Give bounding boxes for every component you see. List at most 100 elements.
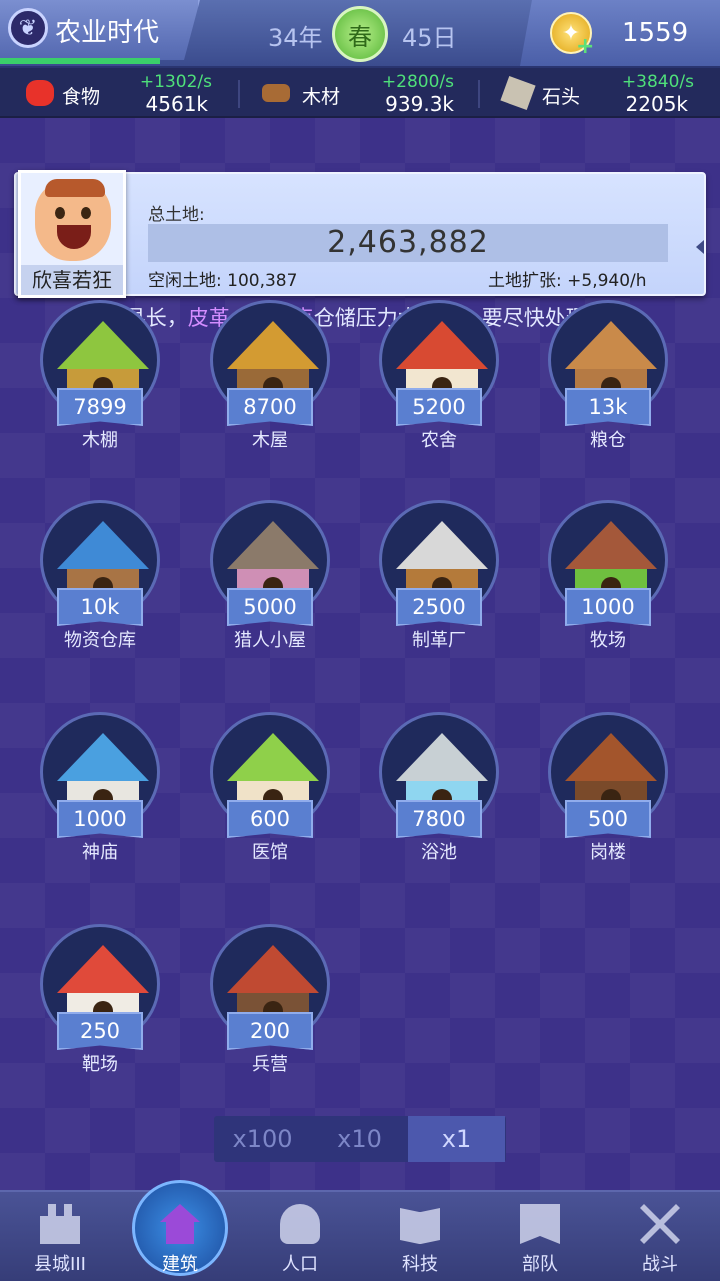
nav-technology[interactable]: 科技 (360, 1190, 480, 1281)
resource-bar: 食物 +1302/s 4561k 木材 +2800/s 939.3k 石头 +3… (0, 68, 720, 118)
nav-label: 人口 (282, 1254, 318, 1275)
resource-value: 2205k (625, 92, 688, 116)
multiplier-x100[interactable]: x100 (214, 1116, 311, 1162)
building-card[interactable]: 7800 浴池 (364, 712, 514, 863)
add-gold-icon[interactable]: + (576, 34, 594, 59)
nav-label: 部队 (522, 1254, 558, 1275)
mood-label: 欣喜若狂 (21, 265, 123, 295)
building-roof (227, 521, 319, 569)
wheat-icon: ❦ (8, 8, 48, 48)
building-roof (227, 945, 319, 993)
nav-battle[interactable]: 战斗 (600, 1190, 720, 1281)
total-land-value: 2,463,882 (148, 224, 668, 262)
building-name: 岗楼 (590, 842, 626, 863)
building-card[interactable]: 5200 农舍 (364, 300, 514, 451)
building-count: 600 (227, 800, 313, 838)
resource-rate: +3840/s (621, 72, 694, 92)
resource-wood[interactable]: 木材 +2800/s 939.3k (240, 68, 480, 118)
resource-stone[interactable]: 石头 +3840/s 2205k (480, 68, 720, 118)
building-name: 木棚 (82, 430, 118, 451)
building-count: 8700 (227, 388, 313, 426)
nav-town[interactable]: 县城III (0, 1190, 120, 1281)
mayor-mouth (57, 225, 91, 249)
building-roof (57, 945, 149, 993)
land-expand-rate: 土地扩张: +5,940/h (488, 271, 647, 291)
banner-icon (520, 1204, 560, 1244)
building-card[interactable]: 10k 物资仓库 (25, 500, 175, 651)
nav-population[interactable]: 人口 (240, 1190, 360, 1281)
building-card[interactable]: 5000 猎人小屋 (195, 500, 345, 651)
crossed-swords-icon (640, 1204, 680, 1244)
person-icon (280, 1204, 320, 1244)
nav-buildings[interactable]: 建筑 (120, 1190, 240, 1281)
building-roof (396, 321, 488, 369)
building-name: 农舍 (421, 430, 457, 451)
building-card[interactable]: 600 医馆 (195, 712, 345, 863)
building-card[interactable]: 1000 神庙 (25, 712, 175, 863)
mayor-eye (55, 207, 65, 219)
mayor-face (35, 179, 111, 261)
building-card[interactable]: 7899 木棚 (25, 300, 175, 451)
building-roof (57, 733, 149, 781)
building-roof (396, 521, 488, 569)
building-roof (57, 521, 149, 569)
nav-label: 科技 (402, 1254, 438, 1275)
building-count: 200 (227, 1012, 313, 1050)
multiplier-x10[interactable]: x10 (311, 1116, 408, 1162)
multiplier-selector: x100 x10 x1 (214, 1116, 506, 1162)
panel-arrow-icon[interactable] (696, 240, 704, 254)
resource-value: 4561k (145, 92, 208, 116)
resource-name: 石头 (542, 86, 581, 108)
building-count: 5000 (227, 588, 313, 626)
mayor-eye (81, 207, 91, 219)
building-name: 医馆 (252, 842, 288, 863)
building-roof (565, 521, 657, 569)
building-roof (227, 733, 319, 781)
resource-name: 木材 (302, 86, 341, 108)
building-roof (57, 321, 149, 369)
mayor-portrait[interactable]: 欣喜若狂 (18, 170, 126, 298)
building-count: 500 (565, 800, 651, 838)
book-icon (400, 1208, 440, 1244)
building-name: 兵营 (252, 1054, 288, 1075)
nav-troops[interactable]: 部队 (480, 1190, 600, 1281)
building-name: 浴池 (421, 842, 457, 863)
building-roof (565, 733, 657, 781)
building-name: 木屋 (252, 430, 288, 451)
gold-value: 1559 (622, 18, 689, 48)
multiplier-x1[interactable]: x1 (408, 1116, 505, 1162)
era-progress-bar (0, 58, 160, 64)
year-label: 34年 (268, 24, 323, 52)
building-name: 牧场 (590, 630, 626, 651)
building-card[interactable]: 8700 木屋 (195, 300, 345, 451)
house-icon (160, 1204, 200, 1244)
building-card[interactable]: 2500 制革厂 (364, 500, 514, 651)
stone-icon (500, 75, 536, 111)
building-card[interactable]: 250 靶场 (25, 924, 175, 1075)
building-card[interactable]: 200 兵营 (195, 924, 345, 1075)
building-roof (227, 321, 319, 369)
resource-value: 939.3k (385, 92, 454, 116)
building-name: 物资仓库 (64, 630, 136, 651)
building-count: 2500 (396, 588, 482, 626)
resource-food[interactable]: 食物 +1302/s 4561k (0, 68, 240, 118)
building-card[interactable]: 1000 牧场 (533, 500, 683, 651)
building-count: 7800 (396, 800, 482, 838)
apple-icon (26, 80, 54, 106)
building-card[interactable]: 500 岗楼 (533, 712, 683, 863)
castle-icon (40, 1204, 80, 1244)
building-name: 制革厂 (412, 630, 466, 651)
nav-label: 建筑 (162, 1254, 198, 1275)
wood-log-icon (262, 84, 290, 102)
building-count: 250 (57, 1012, 143, 1050)
building-card[interactable]: 13k 粮仓 (533, 300, 683, 451)
building-count: 5200 (396, 388, 482, 426)
building-name: 神庙 (82, 842, 118, 863)
resource-name: 食物 (62, 86, 101, 108)
day-label: 45日 (402, 24, 457, 52)
building-roof (396, 733, 488, 781)
nav-label: 县城III (34, 1254, 86, 1275)
season-badge: 春 (332, 6, 388, 62)
building-count: 7899 (57, 388, 143, 426)
building-name: 猎人小屋 (234, 630, 306, 651)
